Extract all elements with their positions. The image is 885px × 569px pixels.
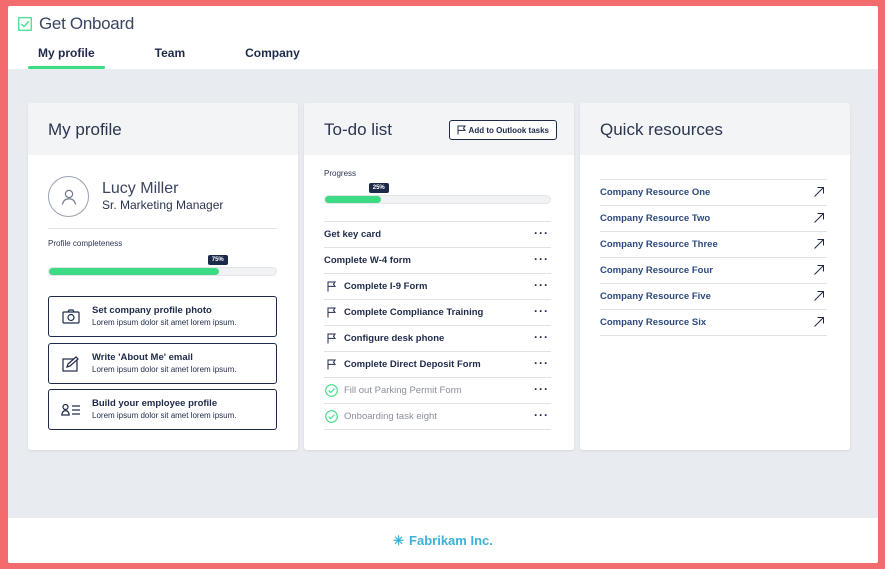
set-profile-photo-button[interactable]: Set company profile photo Lorem ipsum do… (48, 296, 277, 337)
task-item[interactable]: Fill out Parking Permit Form ··· (324, 377, 551, 403)
app-title: Get Onboard (39, 14, 134, 33)
external-link-arrow-icon (813, 212, 825, 224)
task-item[interactable]: Complete Compliance Training ··· (324, 299, 551, 325)
task-label: Complete W-4 form (324, 255, 411, 266)
add-to-outlook-button[interactable]: Add to Outlook tasks (448, 120, 557, 140)
tab-team[interactable]: Team (145, 44, 195, 69)
checkbox-logo-icon (18, 17, 32, 31)
action-description: Lorem ipsum dolor sit amet lorem ipsum. (92, 318, 237, 327)
avatar[interactable] (48, 176, 89, 217)
task-label: Configure desk phone (344, 333, 445, 344)
external-link-arrow-icon (813, 264, 825, 276)
divider (600, 335, 827, 336)
more-options-icon[interactable]: ··· (534, 409, 549, 421)
app-frame: Get Onboard My profile Team Company My p… (8, 6, 878, 563)
more-options-icon[interactable]: ··· (534, 357, 549, 369)
resource-label: Company Resource Three (600, 239, 718, 250)
check-circle-icon (324, 410, 338, 424)
tab-my-profile[interactable]: My profile (28, 44, 105, 69)
build-employee-profile-button[interactable]: Build your employee profile Lorem ipsum … (48, 389, 277, 430)
app-brand[interactable]: Get Onboard (18, 14, 134, 34)
divider (324, 429, 551, 430)
more-options-icon[interactable]: ··· (534, 383, 549, 395)
resource-link[interactable]: Company Resource Three (600, 231, 827, 257)
resource-label: Company Resource Two (600, 213, 711, 224)
resource-label: Company Resource Four (600, 265, 713, 276)
resource-link[interactable]: Company Resource Four (600, 257, 827, 283)
task-item[interactable]: Complete Direct Deposit Form ··· (324, 351, 551, 377)
todo-progress-fill (325, 196, 382, 203)
external-link-arrow-icon (813, 290, 825, 302)
more-options-icon[interactable]: ··· (534, 253, 549, 265)
profile-completeness-bar (48, 267, 277, 276)
action-title: Build your employee profile (92, 398, 218, 409)
profile-completeness-badge: 75% (207, 255, 228, 265)
check-circle-icon (324, 384, 338, 398)
task-item[interactable]: Onboarding task eight ··· (324, 403, 551, 429)
footer: ✳ Fabrikam Inc. (8, 518, 878, 563)
progress-label: Progress (324, 169, 357, 178)
resource-link[interactable]: Company Resource Five (600, 283, 827, 309)
user-name: Lucy Miller (102, 180, 179, 197)
action-title: Set company profile photo (92, 305, 212, 316)
add-to-outlook-label: Add to Outlook tasks (468, 125, 549, 135)
task-label: Fill out Parking Permit Form (344, 385, 462, 396)
resource-link[interactable]: Company Resource Six (600, 309, 827, 335)
external-link-arrow-icon (813, 316, 825, 328)
task-item[interactable]: Complete I-9 Form ··· (324, 273, 551, 299)
contact-card-icon (61, 401, 81, 419)
external-link-arrow-icon (813, 238, 825, 250)
progress-badge: 25% (368, 183, 389, 193)
task-label: Get key card (324, 229, 382, 240)
asterisk-logo-icon: ✳ (393, 532, 405, 548)
more-options-icon[interactable]: ··· (534, 305, 549, 317)
quick-resources-card: Quick resources Company Resource One Comp… (580, 103, 850, 450)
task-label: Onboarding task eight (344, 411, 437, 422)
action-title: Write 'About Me' email (92, 352, 193, 363)
footer-brand[interactable]: ✳ Fabrikam Inc. (393, 533, 493, 549)
action-description: Lorem ipsum dolor sit amet lorem ipsum. (92, 365, 237, 374)
task-item[interactable]: Get key card ··· (324, 221, 551, 247)
more-options-icon[interactable]: ··· (534, 279, 549, 291)
profile-completeness-label: Profile completeness (48, 239, 123, 248)
profile-summary: Lucy Miller Sr. Marketing Manager (48, 176, 223, 217)
camera-icon (61, 308, 81, 326)
task-item[interactable]: Configure desk phone ··· (324, 325, 551, 351)
card-title: To-do list (324, 120, 393, 139)
external-link-arrow-icon (813, 186, 825, 198)
flag-icon (324, 306, 338, 320)
user-role: Sr. Marketing Manager (102, 198, 224, 212)
action-description: Lorem ipsum dolor sit amet lorem ipsum. (92, 411, 237, 420)
flag-icon (457, 125, 466, 135)
flag-icon (324, 280, 338, 294)
footer-brand-name: Fabrikam Inc. (409, 533, 493, 548)
todo-progress-bar (324, 195, 551, 204)
user-icon (61, 189, 76, 205)
task-item[interactable]: Complete W-4 form ··· (324, 247, 551, 273)
write-about-me-button[interactable]: Write 'About Me' email Lorem ipsum dolor… (48, 343, 277, 384)
card-title: My profile (28, 103, 298, 155)
todo-card: To-do list Add to Outlook tasks Progress… (304, 103, 574, 450)
more-options-icon[interactable]: ··· (534, 331, 549, 343)
resource-label: Company Resource Six (600, 317, 707, 328)
task-label: Complete I-9 Form (344, 281, 428, 292)
card-title: Quick resources (580, 103, 850, 155)
edit-note-icon (61, 355, 81, 373)
divider (48, 228, 277, 229)
tab-company[interactable]: Company (235, 44, 310, 69)
my-profile-card: My profile Lucy Miller Sr. Marketing Man… (28, 103, 298, 450)
top-bar: Get Onboard My profile Team Company (8, 6, 878, 69)
flag-icon (324, 358, 338, 372)
main-tabs: My profile Team Company (28, 44, 350, 69)
more-options-icon[interactable]: ··· (534, 227, 549, 239)
resource-link[interactable]: Company Resource One (600, 179, 827, 205)
resource-link[interactable]: Company Resource Two (600, 205, 827, 231)
profile-completeness-fill (49, 268, 220, 275)
card-header: To-do list Add to Outlook tasks (304, 103, 574, 155)
task-label: Complete Direct Deposit Form (344, 359, 481, 370)
resource-label: Company Resource One (600, 187, 711, 198)
task-label: Complete Compliance Training (344, 307, 484, 318)
flag-icon (324, 332, 338, 346)
resource-label: Company Resource Five (600, 291, 711, 302)
